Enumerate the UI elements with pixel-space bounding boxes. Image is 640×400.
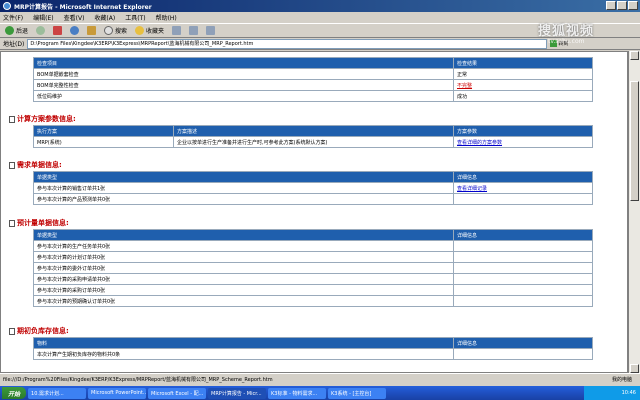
- print-button[interactable]: [204, 25, 217, 37]
- taskbar: 开始 10.需求计划... Microsoft PowerPoint... Mi…: [0, 386, 640, 400]
- clock: 10:46: [621, 390, 636, 396]
- table-row: MRP(系统) 企业以按单进行生产准备并进行生产时,可参考此方案(系统默认方案) 查…: [33, 136, 593, 148]
- vertical-scrollbar[interactable]: [628, 51, 640, 373]
- menu-edit[interactable]: 编辑(E): [33, 13, 53, 22]
- table-row: 参与本次计算的采购申请单共0张: [33, 273, 593, 285]
- menu-view[interactable]: 查看(V): [64, 13, 85, 22]
- taskbar-item[interactable]: 10.需求计划...: [28, 387, 87, 399]
- mail-icon: [189, 26, 199, 35]
- table-row: 参与本次计算的产品预测单共0张: [33, 193, 593, 205]
- status-text: file:///D:/Program%20Files/Kingdee/K3ERP…: [3, 377, 273, 383]
- window-title: MRP计算报告 - Microsoft Internet Explorer: [14, 3, 152, 11]
- taskbar-item[interactable]: Microsoft Excel - 配...: [148, 387, 207, 399]
- forecast-table: 单据类型 详细信息 参与本次计算的生产任务单共0张 参与本次计算的计划订单共0张 …: [33, 229, 593, 307]
- minimize-button[interactable]: [606, 1, 616, 10]
- table-row: 参与本次计算的预期确认订单共0张: [33, 295, 593, 307]
- document-icon: [9, 327, 15, 335]
- table-row: 低位码维护 成功: [33, 90, 593, 102]
- address-input[interactable]: D:\Program Files\Kingdee\K3ERP\K3Express…: [27, 38, 548, 49]
- refresh-icon: [70, 26, 80, 35]
- print-icon: [206, 26, 216, 35]
- search-button[interactable]: 搜索: [102, 25, 129, 37]
- table-row: 参与本次计算的计划订单共0张: [33, 251, 593, 263]
- table-row: 参与本次计算的生产任务单共0张: [33, 240, 593, 252]
- back-button[interactable]: 后退: [3, 25, 30, 37]
- menu-help[interactable]: 帮助(H): [156, 13, 177, 22]
- table-row: 参与本次计算的委外订单共0张: [33, 262, 593, 274]
- document-icon: [9, 115, 15, 123]
- start-button[interactable]: 开始: [2, 387, 27, 399]
- stop-icon: [53, 26, 63, 35]
- scroll-down-arrow[interactable]: [630, 364, 639, 373]
- history-button[interactable]: [170, 25, 183, 37]
- window-titlebar: MRP计算报告 - Microsoft Internet Explorer: [0, 0, 640, 12]
- taskbar-item[interactable]: K3标准 - 物料需求...: [268, 387, 327, 399]
- home-icon: [87, 26, 97, 35]
- demand-section-title: 需求单据信息:: [9, 160, 62, 170]
- maximize-button[interactable]: [617, 1, 627, 10]
- ie-icon: [3, 2, 11, 10]
- watermark: 搜狐视频: [538, 24, 595, 39]
- document-icon: [9, 161, 15, 169]
- document-icon: [9, 219, 15, 227]
- star-icon: [135, 26, 145, 35]
- status-bar: file:///D:/Program%20Files/Kingdee/K3ERP…: [0, 373, 640, 385]
- favorites-button[interactable]: 收藏夹: [133, 25, 166, 37]
- view-detail-link[interactable]: 查看详细记录: [457, 186, 487, 192]
- stop-button[interactable]: [51, 25, 64, 37]
- table-row: 参与本次计算的采购订单共0张: [33, 284, 593, 296]
- address-label: 地址(D): [3, 41, 25, 48]
- table-row: 参与本次计算的销售订单共1张 查看详细记录: [33, 182, 593, 194]
- initial-table: 物料 详细信息 本次计算产生期初负库存的物料共0条: [33, 337, 593, 360]
- menu-file[interactable]: 文件(F): [3, 13, 23, 22]
- search-icon: [104, 26, 114, 35]
- col-check-item: 检查项目: [33, 57, 454, 69]
- incomplete-link[interactable]: 不完整: [457, 83, 472, 89]
- scroll-thumb[interactable]: [630, 81, 639, 201]
- table-row: BOM单据嵌套检查 正常: [33, 68, 593, 80]
- taskbar-item-active[interactable]: MRP计算报告 - Micr...: [208, 387, 267, 399]
- scroll-up-arrow[interactable]: [630, 51, 639, 60]
- plan-table: 执行方案 方案描述 方案参数 MRP(系统) 企业以按单进行生产准备并进行生产时,可参…: [33, 125, 593, 148]
- demand-table: 单据类型 详细信息 参与本次计算的销售订单共1张 查看详细记录 参与本次计算的产品预…: [33, 171, 593, 205]
- menu-tools[interactable]: 工具(T): [125, 13, 145, 22]
- refresh-button[interactable]: [68, 25, 81, 37]
- address-bar: 地址(D) D:\Program Files\Kingdee\K3ERP\K3E…: [0, 38, 640, 50]
- mail-button[interactable]: [187, 25, 200, 37]
- page-content: 检查项目 检查结果 BOM单据嵌套检查 正常 BOM单完整性检查 不完整 低位码维护成…: [0, 51, 628, 373]
- home-button[interactable]: [85, 25, 98, 37]
- table-row: 本次计算产生期初负库存的物料共0条: [33, 348, 593, 360]
- taskbar-item[interactable]: Microsoft PowerPoint...: [88, 387, 147, 399]
- forward-button[interactable]: [34, 25, 47, 37]
- history-icon: [172, 26, 182, 35]
- table-row: BOM单完整性检查 不完整: [33, 79, 593, 91]
- col-check-result: 检查结果: [453, 57, 593, 69]
- back-arrow-icon: [5, 26, 14, 35]
- taskbar-item[interactable]: K3系统 - [主控台]: [328, 387, 387, 399]
- plan-section-title: 计算方案参数信息:: [9, 114, 76, 124]
- forward-arrow-icon: [36, 26, 46, 35]
- initial-section-title: 期初负库存信息:: [9, 326, 69, 336]
- forecast-section-title: 预计量单据信息:: [9, 218, 69, 228]
- view-plan-params-link[interactable]: 查看详细的方案参数: [457, 140, 502, 146]
- menu-favorites[interactable]: 收藏(A): [94, 13, 115, 22]
- watermark-sub: tv.sohu.com: [548, 38, 585, 45]
- close-button[interactable]: [628, 1, 638, 10]
- status-zone: 我的电脑: [611, 377, 632, 383]
- system-tray: 10:46: [584, 386, 640, 400]
- check-table: 检查项目 检查结果 BOM单据嵌套检查 正常 BOM单完整性检查 不完整 低位码维护成…: [33, 57, 593, 102]
